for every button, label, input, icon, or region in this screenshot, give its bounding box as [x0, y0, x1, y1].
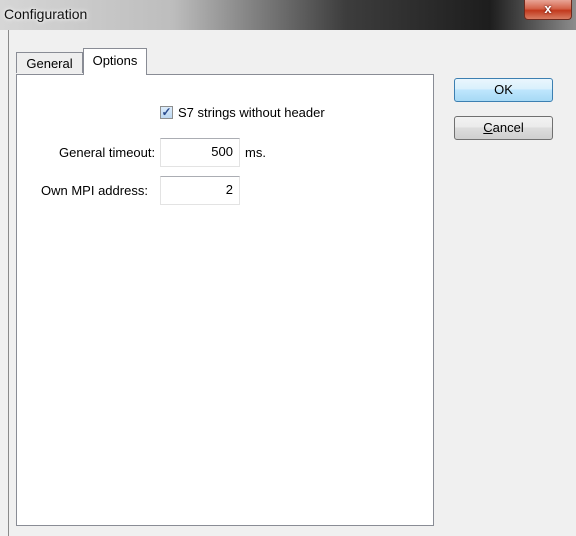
tab-general-label: General: [26, 56, 73, 71]
mpi-address-label: Own MPI address:: [41, 183, 148, 198]
mpi-address-value: 2: [225, 182, 233, 197]
s7-strings-label[interactable]: S7 strings without header: [178, 105, 325, 120]
configuration-dialog: Configuration x General Options ✓ S7 str…: [0, 0, 576, 536]
general-timeout-label: General timeout:: [59, 145, 156, 160]
mpi-address-field[interactable]: 2: [160, 176, 240, 205]
tab-options-label: Options: [92, 53, 138, 68]
cancel-button[interactable]: Cancel: [454, 116, 553, 140]
title-bar[interactable]: Configuration x: [0, 0, 576, 30]
ok-button[interactable]: OK: [454, 78, 553, 102]
tab-general[interactable]: General: [16, 52, 83, 73]
s7-strings-checkbox[interactable]: ✓: [160, 105, 173, 119]
cancel-mnemonic: C: [483, 120, 493, 135]
general-timeout-value: 500: [211, 144, 233, 159]
tab-options[interactable]: Options: [83, 48, 147, 75]
checkmark-icon: ✓: [161, 105, 172, 119]
cancel-label-rest: ancel: [492, 120, 524, 135]
window-left-border: [8, 30, 9, 536]
timeout-unit-label: ms.: [245, 145, 266, 160]
close-button[interactable]: x: [524, 0, 572, 20]
window-title: Configuration: [4, 6, 88, 22]
close-icon: x: [544, 1, 552, 16]
general-timeout-field[interactable]: 500: [160, 138, 240, 167]
